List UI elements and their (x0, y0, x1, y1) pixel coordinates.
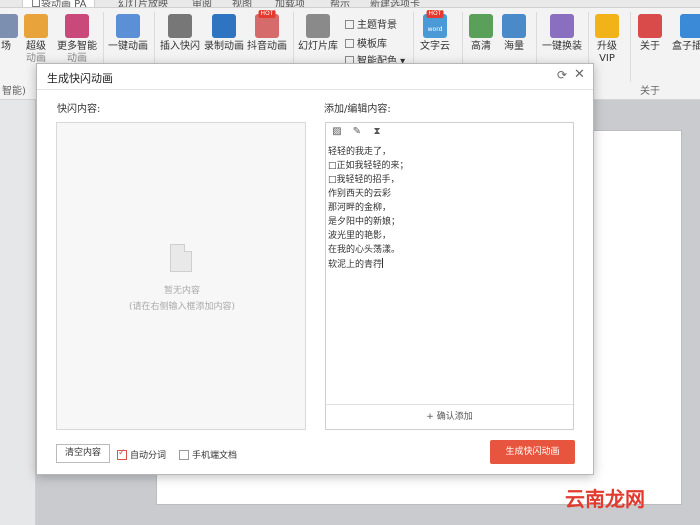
empty-doc-icon (170, 244, 192, 272)
template-icon (345, 39, 354, 48)
tab-addins[interactable]: 加载项 (275, 0, 305, 7)
star-icon (24, 14, 48, 38)
dialog-divider (37, 89, 593, 90)
theme-icon (345, 20, 354, 29)
editor-line: 是夕阳中的新娘； (328, 217, 401, 227)
image-icon[interactable]: ▨ (330, 126, 344, 137)
mobile-doc-checkbox[interactable]: 手机端文档 (179, 448, 237, 461)
flash-animation-dialog: 生成快闪动画 ⟳ ✕ 快闪内容: 添加/编辑内容: 暂无内容 (请在右侧输入框添… (36, 63, 594, 475)
editor-line: 那河畔的金柳， (328, 203, 392, 213)
ribbon-btn-one-click-animation[interactable]: 一键动画 (108, 14, 148, 53)
ribbon-btn-box-plugin[interactable]: 盒子插件 (672, 14, 700, 53)
ribbon-btn-more-smart[interactable]: 更多智能 动画 (57, 14, 97, 65)
ribbon-btn-douyin-animation[interactable]: HOT 抖音动画 (247, 10, 287, 53)
checkbox-unchecked-icon[interactable] (179, 450, 189, 460)
editor-line: 波光里的艳影， (328, 231, 392, 241)
gallery-icon (502, 14, 526, 38)
editor-line: 作别西天的云彩 (328, 189, 392, 199)
ribbon-btn-super[interactable]: 超级 动画 (24, 14, 48, 65)
empty-title: 暂无内容 (163, 286, 200, 296)
ribbon-btn-hd[interactable]: 高清 (469, 14, 493, 53)
ribbon-btn-word-cloud[interactable]: HOT word 文字云 (420, 10, 450, 53)
editor-line: 轻轻的我走了， (328, 147, 392, 157)
confirm-add-button[interactable]: + 确认添加 (326, 404, 573, 430)
image-icon (469, 14, 493, 38)
wand-icon (550, 14, 574, 38)
edit-content-label: 添加/编辑内容: (324, 104, 391, 115)
text-caret (382, 258, 384, 268)
dialog-title: 生成快闪动画 (47, 72, 113, 85)
cube-icon (65, 14, 89, 38)
crown-icon (595, 14, 619, 38)
ribbon-tab-row: 口袋动画 PA 幻灯片放映 审阅 视图 加载项 帮示 新建选项卡 (0, 0, 700, 8)
template-library-item[interactable]: 模板库 (345, 35, 387, 50)
editor-line-last: 软泥上的青荇 (328, 258, 384, 270)
tab-pocket-animation[interactable]: 口袋动画 PA (22, 0, 96, 7)
ribbon-btn-slide-library[interactable]: 幻灯片库 (298, 14, 338, 53)
ribbon-btn-insert-flash[interactable]: 插入快闪 (160, 14, 200, 53)
flash-content-label: 快闪内容: (57, 104, 101, 115)
content-editor[interactable]: ▨ ✎ ⧗ 轻轻的我走了， □正如我轻轻的来； □我轻轻的招手， 作别西天的云彩 那… (325, 122, 574, 430)
slide-thumbnail-pane[interactable] (0, 100, 36, 525)
logo-icon (638, 14, 662, 38)
group-label-about: 关于 (640, 86, 660, 97)
auto-split-checkbox[interactable]: 自动分词 (117, 448, 166, 461)
watermark-text: 云南龙网 (565, 487, 645, 511)
monkey-icon: HOT (255, 10, 279, 38)
ribbon-btn-about[interactable]: 关于 (638, 14, 662, 53)
record-icon (212, 14, 236, 38)
editor-line: 在我的心头荡漾。 (328, 245, 401, 255)
scene-icon (0, 14, 18, 38)
hourglass-icon[interactable]: ⧗ (370, 126, 384, 137)
clear-content-button[interactable]: 清空内容 (56, 444, 110, 463)
generate-flash-animation-button[interactable]: 生成快闪动画 (490, 440, 575, 464)
tab-slideshow[interactable]: 幻灯片放映 (118, 0, 168, 7)
tab-view[interactable]: 视图 (232, 0, 252, 7)
refresh-icon[interactable]: ⟳ (557, 68, 567, 82)
empty-hint: (请在右侧输入框添加内容) (128, 302, 236, 312)
ribbon-btn-massive[interactable]: 海量 (502, 14, 526, 53)
ribbon-btn-scene[interactable]: 场 (0, 14, 18, 53)
edit-doc-icon (168, 14, 192, 38)
checkbox-checked-icon[interactable] (117, 448, 127, 460)
box-icon (680, 14, 700, 38)
editor-toolbar: ▨ ✎ ⧗ (330, 126, 390, 140)
ribbon-btn-upgrade-vip[interactable]: 升级 VIP (595, 14, 619, 65)
tab-review[interactable]: 审阅 (192, 0, 212, 7)
tab-help[interactable]: 帮示 (330, 0, 350, 7)
editor-line: □正如我轻轻的来； (328, 161, 409, 171)
slides-icon (306, 14, 330, 38)
flash-content-list[interactable]: 暂无内容 (请在右侧输入框添加内容) (56, 122, 306, 430)
tab-new[interactable]: 新建选项卡 (370, 0, 420, 7)
cloud-icon: HOT word (423, 10, 447, 38)
ribbon-btn-one-click-skin[interactable]: 一键换装 (542, 14, 582, 53)
theme-background-item[interactable]: 主题背景 (345, 16, 397, 31)
editor-line: □我轻轻的招手， (328, 175, 400, 185)
pen-icon[interactable]: ✎ (350, 126, 364, 137)
ribbon-btn-record-animation[interactable]: 录制动画 (204, 14, 244, 53)
group-label-smart: 智能) (2, 86, 26, 97)
close-icon[interactable]: ✕ (574, 67, 585, 82)
sparkle-icon (116, 14, 140, 38)
